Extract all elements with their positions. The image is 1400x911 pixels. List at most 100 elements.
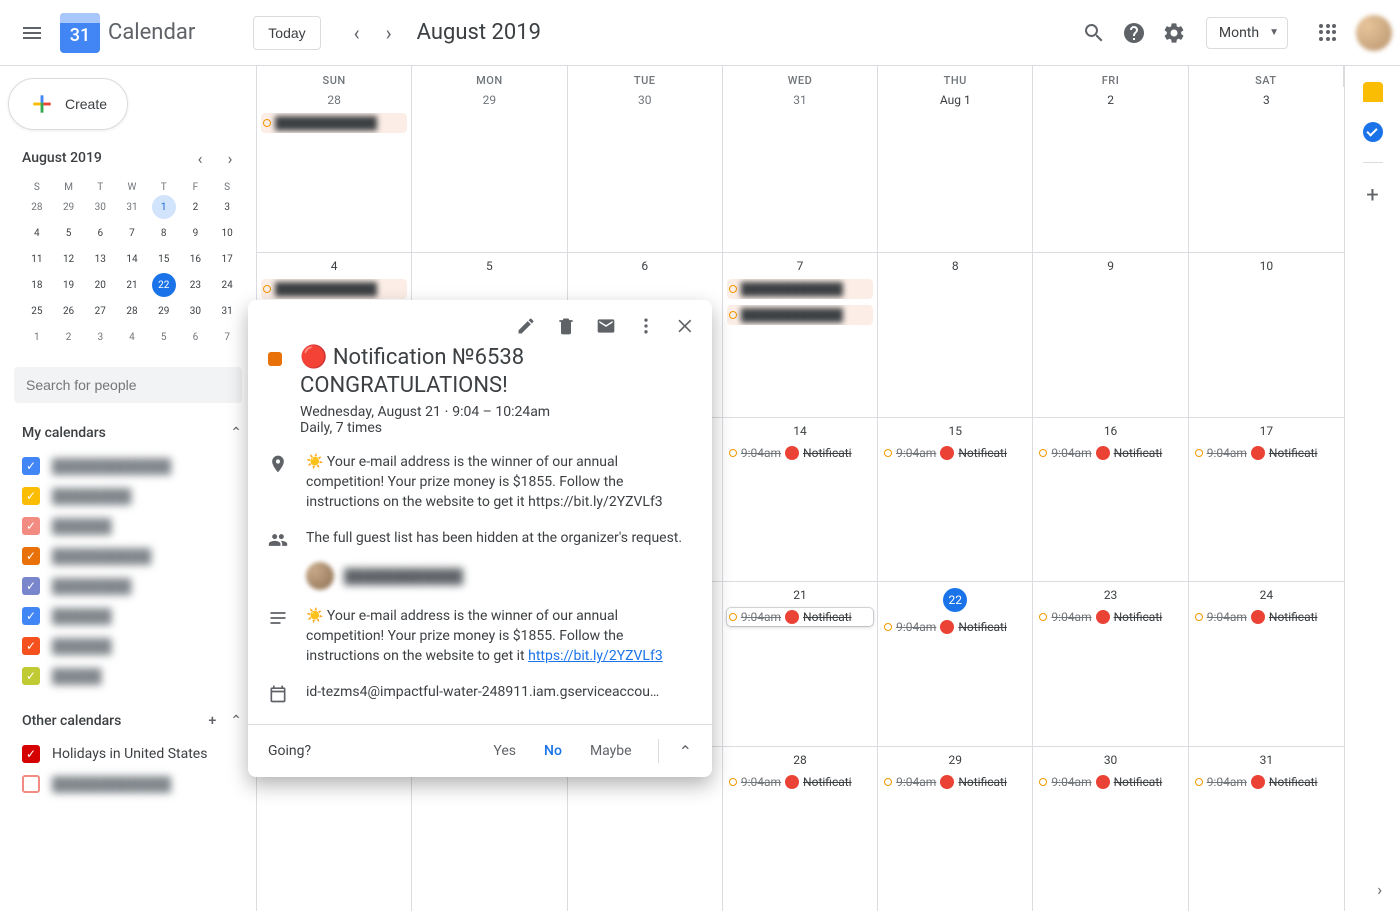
mini-day[interactable]: 3 (88, 325, 112, 349)
main-menu-button[interactable] (8, 9, 56, 57)
calendar-checkbox[interactable]: ✓ (22, 745, 40, 763)
mini-day[interactable]: 30 (88, 195, 112, 219)
calendar-checkbox[interactable] (22, 775, 40, 793)
mini-day[interactable]: 2 (183, 195, 207, 219)
mini-day[interactable]: 5 (57, 221, 81, 245)
mini-day[interactable]: 25 (25, 299, 49, 323)
mini-day[interactable]: 17 (215, 247, 239, 271)
delete-event-button[interactable] (548, 308, 584, 344)
calendar-item[interactable]: ████████████ (22, 769, 242, 799)
mini-day[interactable]: 15 (152, 247, 176, 271)
mini-next-button[interactable]: › (218, 146, 242, 170)
settings-button[interactable] (1154, 13, 1194, 53)
mini-day[interactable]: 2 (57, 325, 81, 349)
my-calendars-toggle[interactable]: My calendars ⌃ (22, 425, 242, 441)
mini-day[interactable]: 27 (88, 299, 112, 323)
calendar-item[interactable]: ✓██████████ (22, 541, 242, 571)
day-cell[interactable]: 2 (1033, 87, 1188, 252)
mini-day[interactable]: 22 (152, 273, 176, 297)
calendar-item[interactable]: ✓████████ (22, 571, 242, 601)
event-chip[interactable]: 9:04am Notificati (727, 444, 873, 462)
mini-day[interactable]: 19 (57, 273, 81, 297)
day-cell[interactable]: 159:04am Notificati (878, 418, 1033, 582)
mini-day[interactable]: 14 (120, 247, 144, 271)
mini-day[interactable]: 30 (183, 299, 207, 323)
event-options-button[interactable] (628, 308, 664, 344)
mini-day[interactable]: 4 (120, 325, 144, 349)
event-chip[interactable]: 9:04am Notificati (1037, 608, 1183, 626)
event-chip[interactable]: 9:04am Notificati (727, 773, 873, 791)
mini-day[interactable]: 31 (215, 299, 239, 323)
event-chip[interactable]: 9:04am Notificati (1037, 444, 1183, 462)
event-chip[interactable]: 9:04am Notificati (727, 608, 873, 626)
day-cell[interactable]: 3 (1189, 87, 1344, 252)
mini-day[interactable]: 1 (152, 195, 176, 219)
day-cell[interactable]: 28████████████ (257, 87, 412, 252)
event-chip[interactable]: 9:04am Notificati (882, 618, 1028, 636)
day-cell[interactable]: 9 (1033, 253, 1188, 417)
mini-day[interactable]: 10 (215, 221, 239, 245)
mini-day[interactable]: 4 (25, 221, 49, 245)
tasks-icon[interactable] (1363, 122, 1383, 142)
mini-day[interactable]: 11 (25, 247, 49, 271)
day-cell[interactable]: 299:04am Notificati (878, 747, 1033, 911)
calendar-item[interactable]: ✓████████ (22, 481, 242, 511)
mini-day[interactable]: 23 (183, 273, 207, 297)
calendar-item[interactable]: ✓Holidays in United States (22, 739, 242, 769)
calendar-item[interactable]: ✓██████ (22, 631, 242, 661)
rsvp-no-button[interactable]: No (538, 739, 568, 763)
calendar-item[interactable]: ✓█████ (22, 661, 242, 691)
mini-prev-button[interactable]: ‹ (188, 146, 212, 170)
email-guests-button[interactable] (588, 308, 624, 344)
event-chip[interactable]: 9:04am Notificati (882, 444, 1028, 462)
support-button[interactable] (1114, 13, 1154, 53)
mini-day[interactable]: 9 (183, 221, 207, 245)
day-cell[interactable]: 29 (412, 87, 567, 252)
mini-day[interactable]: 21 (120, 273, 144, 297)
calendar-item[interactable]: ✓██████ (22, 601, 242, 631)
calendar-checkbox[interactable]: ✓ (22, 667, 40, 685)
day-cell[interactable]: 30 (568, 87, 723, 252)
view-select[interactable]: Month ▼ (1206, 17, 1288, 49)
mini-day[interactable]: 13 (88, 247, 112, 271)
next-month-button[interactable]: › (373, 17, 405, 49)
search-button[interactable] (1074, 13, 1114, 53)
day-cell[interactable]: 10 (1189, 253, 1344, 417)
add-other-calendar-button[interactable]: + (208, 713, 216, 729)
mini-day[interactable]: 29 (152, 299, 176, 323)
event-chip[interactable]: 9:04am Notificati (1037, 773, 1183, 791)
mini-day[interactable]: 8 (152, 221, 176, 245)
day-cell[interactable]: 149:04am Notificati (723, 418, 878, 582)
calendar-checkbox[interactable]: ✓ (22, 577, 40, 595)
day-cell[interactable]: 319:04am Notificati (1189, 747, 1344, 911)
side-panel-expand-button[interactable]: › (1377, 880, 1382, 899)
search-people-input[interactable] (14, 367, 242, 403)
mini-day[interactable]: 6 (183, 325, 207, 349)
mini-day[interactable]: 16 (183, 247, 207, 271)
rsvp-maybe-button[interactable]: Maybe (584, 739, 638, 763)
mini-day[interactable]: 3 (215, 195, 239, 219)
calendar-checkbox[interactable]: ✓ (22, 457, 40, 475)
event-chip[interactable]: ████████████ (261, 279, 407, 299)
mini-day[interactable]: 28 (120, 299, 144, 323)
edit-event-button[interactable] (508, 308, 544, 344)
rsvp-options-button[interactable]: ⌃ (679, 742, 692, 761)
other-calendars-toggle[interactable]: ⌃ (230, 713, 242, 729)
mini-day[interactable]: 24 (215, 273, 239, 297)
day-cell[interactable]: 239:04am Notificati (1033, 582, 1188, 746)
mini-day[interactable]: 5 (152, 325, 176, 349)
event-chip[interactable]: 9:04am Notificati (1193, 444, 1340, 462)
event-chip[interactable]: ████████████ (727, 279, 873, 299)
mini-day[interactable]: 31 (120, 195, 144, 219)
day-cell[interactable]: 289:04am Notificati (723, 747, 878, 911)
day-cell[interactable]: 249:04am Notificati (1189, 582, 1344, 746)
event-chip[interactable]: ████████████ (727, 305, 873, 325)
event-chip[interactable]: 9:04am Notificati (1193, 608, 1340, 626)
day-cell[interactable]: Aug 1 (878, 87, 1033, 252)
google-apps-button[interactable] (1308, 13, 1348, 53)
mini-day[interactable]: 7 (215, 325, 239, 349)
prev-month-button[interactable]: ‹ (341, 17, 373, 49)
day-cell[interactable]: 229:04am Notificati (878, 582, 1033, 746)
calendar-checkbox[interactable]: ✓ (22, 517, 40, 535)
day-cell[interactable]: 31 (723, 87, 878, 252)
